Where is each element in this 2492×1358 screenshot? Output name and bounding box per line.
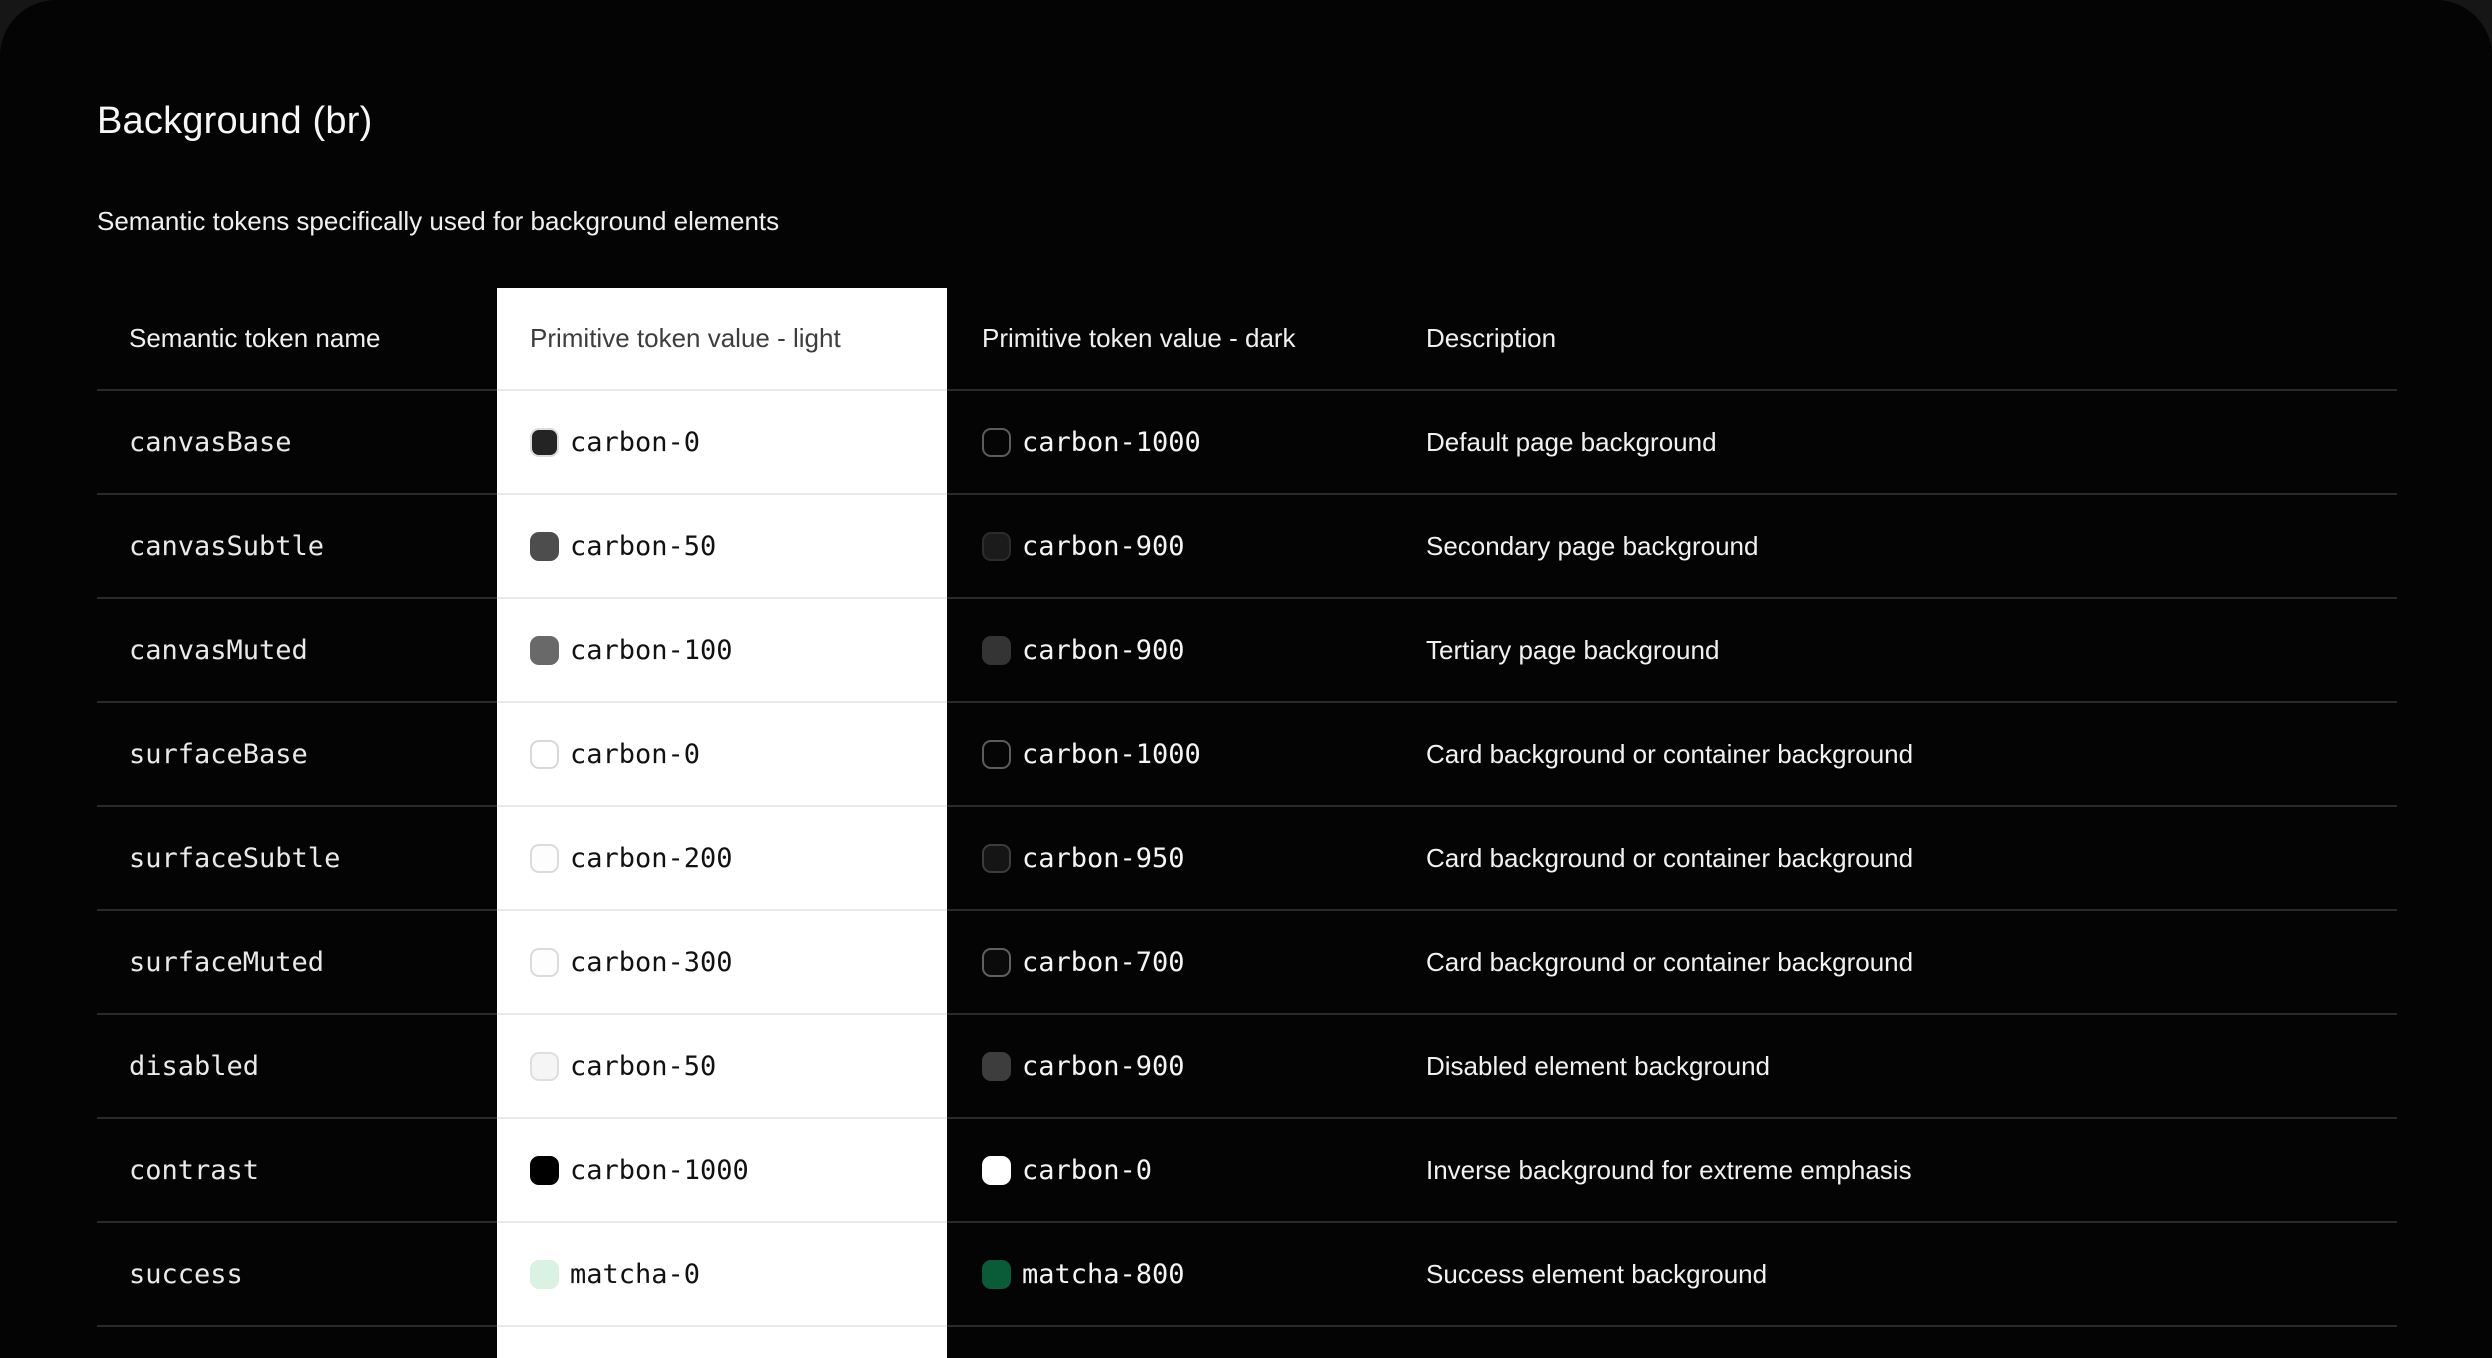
color-swatch-dark	[982, 843, 1011, 873]
token-name: surfaceSubtle	[129, 842, 341, 874]
token-description: Disabled element background	[1426, 1013, 2397, 1117]
color-swatch-dark	[982, 739, 1011, 769]
table-row: success matcha-0 matcha-800 Success elem…	[97, 1221, 2397, 1325]
column-header-light-value: Primitive token value - light	[497, 288, 947, 389]
column-header-token-name: Semantic token name	[129, 323, 381, 353]
light-token-value: carbon-100	[570, 634, 733, 666]
token-name: success	[129, 1258, 243, 1290]
table-header-row: Semantic token name Primitive token valu…	[97, 288, 2397, 389]
token-description: Default page background	[1426, 389, 2397, 493]
dark-token-value: carbon-1000	[1022, 738, 1201, 770]
table-body: canvasBase carbon-0 carbon-1000 Default …	[97, 389, 2397, 1358]
table-row: surfaceBase carbon-0 carbon-1000 Card ba…	[97, 701, 2397, 805]
color-swatch-dark	[982, 1051, 1011, 1081]
dark-token-value: carbon-0	[1022, 1154, 1153, 1186]
table-row: canvasSubtle carbon-50 carbon-900 Second…	[97, 493, 2397, 597]
token-name: surfaceBase	[129, 738, 308, 770]
color-swatch-dark	[982, 947, 1011, 977]
light-token-value: carbon-300	[570, 946, 733, 978]
token-description: Success element background	[1426, 1221, 2397, 1325]
dark-token-value: carbon-900	[1022, 634, 1185, 666]
light-token-value: carbon-50	[570, 1050, 717, 1082]
dark-token-value: carbon-1000	[1022, 426, 1201, 458]
page-title: Background (br)	[97, 100, 373, 142]
light-token-value: carbon-200	[570, 842, 733, 874]
light-token-value: carbon-0	[570, 738, 701, 770]
table-row-partial	[97, 1325, 2397, 1358]
color-swatch-light	[530, 843, 559, 873]
page-subtitle: Semantic tokens specifically used for ba…	[97, 206, 780, 236]
token-description: Card background or container background	[1426, 701, 2397, 805]
light-token-value: carbon-1000	[570, 1154, 749, 1186]
light-token-value: carbon-50	[570, 530, 717, 562]
light-token-value: matcha-0	[570, 1258, 701, 1290]
dark-token-value: carbon-900	[1022, 530, 1185, 562]
dark-token-value: matcha-800	[1022, 1258, 1185, 1290]
color-swatch-light	[530, 1155, 559, 1185]
table-row: surfaceMuted carbon-300 carbon-700 Card …	[97, 909, 2397, 1013]
token-name: surfaceMuted	[129, 946, 325, 978]
token-description: Card background or container background	[1426, 805, 2397, 909]
light-token-value: carbon-0	[570, 426, 701, 458]
table-row: canvasBase carbon-0 carbon-1000 Default …	[97, 389, 2397, 493]
table-row: disabled carbon-50 carbon-900 Disabled e…	[97, 1013, 2397, 1117]
token-name: contrast	[129, 1154, 260, 1186]
table-row: contrast carbon-1000 carbon-0 Inverse ba…	[97, 1117, 2397, 1221]
color-swatch-dark	[982, 1155, 1011, 1185]
token-description: Tertiary page background	[1426, 597, 2397, 701]
token-name: disabled	[129, 1050, 260, 1082]
token-name: canvasMuted	[129, 634, 308, 666]
dark-token-value: carbon-700	[1022, 946, 1185, 978]
color-swatch-light	[530, 427, 559, 457]
table-row: surfaceSubtle carbon-200 carbon-950 Card…	[97, 805, 2397, 909]
color-swatch-dark	[982, 1259, 1011, 1289]
color-swatch-dark	[982, 427, 1011, 457]
column-header-description: Description	[1426, 323, 1557, 353]
token-name: canvasBase	[129, 426, 292, 458]
token-description: Inverse background for extreme emphasis	[1426, 1117, 2397, 1221]
table-row: canvasMuted carbon-100 carbon-900 Tertia…	[97, 597, 2397, 701]
dark-token-value: carbon-950	[1022, 842, 1185, 874]
token-docs-page: Background (br) Semantic tokens specific…	[0, 0, 2492, 1358]
color-swatch-light	[530, 1051, 559, 1081]
color-swatch-dark	[982, 531, 1011, 561]
color-swatch-dark	[982, 635, 1011, 665]
dark-token-value: carbon-900	[1022, 1050, 1185, 1082]
token-name: canvasSubtle	[129, 530, 325, 562]
token-description: Card background or container background	[1426, 909, 2397, 1013]
color-swatch-light	[530, 531, 559, 561]
token-description: Secondary page background	[1426, 493, 2397, 597]
color-swatch-light	[530, 635, 559, 665]
column-header-dark-value: Primitive token value - dark	[982, 323, 1296, 353]
tokens-table: Semantic token name Primitive token valu…	[97, 288, 2397, 1358]
color-swatch-light	[530, 1259, 559, 1289]
color-swatch-light	[530, 947, 559, 977]
color-swatch-light	[530, 739, 559, 769]
token-description	[1426, 1325, 2397, 1358]
